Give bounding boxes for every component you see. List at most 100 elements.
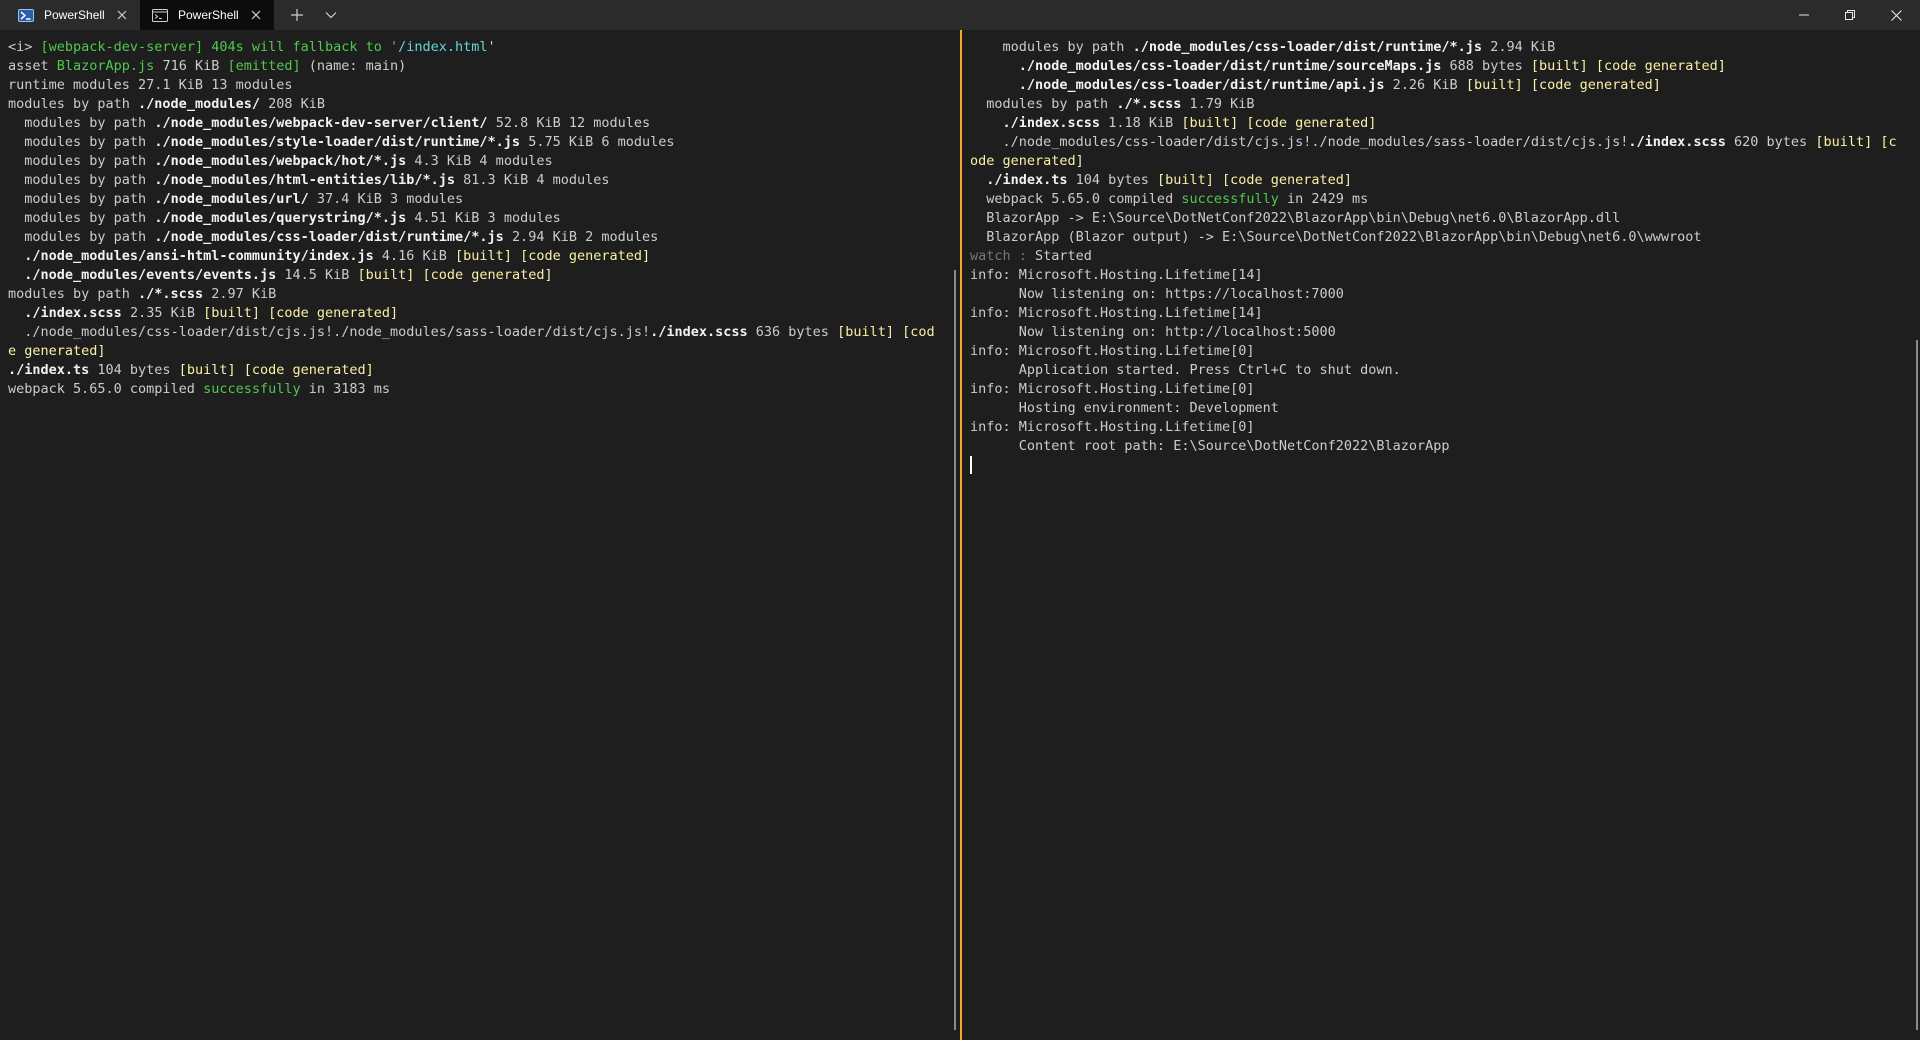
- terminal-text: 4.51 KiB 3 modules: [406, 210, 561, 226]
- terminal-text: info: Microsoft.Hosting.Lifetime[14]: [970, 305, 1263, 321]
- terminal-text: /index.html: [398, 39, 488, 55]
- terminal-text: Now listening on: https://localhost:7000: [970, 286, 1344, 302]
- terminal-text: ./index.ts: [986, 172, 1068, 188]
- terminal-text: [built] [code generated]: [1181, 115, 1377, 131]
- terminal-text: [built] [code generated]: [455, 248, 651, 264]
- terminal-text: (name: main): [300, 58, 407, 74]
- terminal-text: 2.97 KiB: [203, 286, 277, 302]
- terminal-text: BlazorApp (Blazor output) -> E:\Source\D…: [970, 229, 1702, 245]
- terminal-text: ./node_modules/css-loader/dist/cjs.js!./…: [970, 134, 1629, 150]
- terminal-text: webpack 5.65.0 compiled: [8, 381, 204, 397]
- minimize-button[interactable]: [1781, 0, 1827, 30]
- terminal-line: BlazorApp (Blazor output) -> E:\Source\D…: [970, 228, 1900, 247]
- minimize-icon: [1799, 14, 1809, 16]
- scrollbar[interactable]: [954, 270, 956, 1030]
- terminal-text: 81.3 KiB 4 modules: [455, 172, 610, 188]
- close-icon[interactable]: [248, 7, 264, 23]
- terminal-text: modules by path: [8, 210, 155, 226]
- terminal-line: Hosting environment: Development: [970, 399, 1900, 418]
- close-icon[interactable]: [114, 7, 130, 23]
- terminal-line: modules by path ./node_modules/html-enti…: [8, 171, 940, 190]
- terminal-line: modules by path ./node_modules/css-loade…: [8, 228, 940, 247]
- terminal-text: [built] [code generated]: [357, 267, 553, 283]
- terminal-text: ./index.scss: [24, 305, 122, 321]
- terminal-text: 37.4 KiB 3 modules: [308, 191, 464, 207]
- terminal-text: ./node_modules/events/events.js: [24, 267, 277, 283]
- terminal-text: ./node_modules/html-entities/lib/*.js: [154, 172, 456, 188]
- terminal-text: ./node_modules/style-loader/dist/runtime…: [154, 134, 521, 150]
- terminal-text: ./index.scss: [1628, 134, 1726, 150]
- powershell-icon: [18, 8, 36, 22]
- terminal-line: info: Microsoft.Hosting.Lifetime[0]: [970, 418, 1900, 437]
- terminal-text: ./node_modules/: [138, 96, 260, 112]
- terminal-line: info: Microsoft.Hosting.Lifetime[0]: [970, 342, 1900, 361]
- terminal-text: ./index.scss: [1002, 115, 1101, 131]
- terminal-text: watch :: [970, 248, 1036, 264]
- terminal-text: 688 bytes: [1441, 58, 1531, 74]
- terminal-text: Content root path: E:\Source\DotNetConf2…: [970, 438, 1450, 454]
- terminal-text: ./node_modules/webpack-dev-server/client…: [154, 115, 488, 131]
- terminal-text: ./node_modules/ansi-html-community/index…: [24, 248, 374, 264]
- terminal-line: modules by path ./node_modules/css-loade…: [970, 38, 1900, 57]
- tab-label: PowerShell: [178, 8, 239, 22]
- new-tab-button[interactable]: [284, 4, 310, 26]
- terminal-line: runtime modules 27.1 KiB 13 modules: [8, 76, 940, 95]
- prompt-line[interactable]: [970, 456, 1900, 475]
- terminal-line: modules by path ./*.scss 2.97 KiB: [8, 285, 940, 304]
- chevron-down-icon: [325, 12, 337, 19]
- terminal-pane-right[interactable]: modules by path ./node_modules/css-loade…: [962, 30, 1920, 1040]
- terminal-line: ./node_modules/css-loader/dist/runtime/a…: [970, 76, 1900, 95]
- terminal-text: successfully: [1181, 191, 1279, 207]
- terminal-pane-left[interactable]: <i> [webpack-dev-server] 404s will fallb…: [0, 30, 960, 1040]
- restore-button[interactable]: [1827, 0, 1873, 30]
- terminal-text: modules by path: [8, 229, 155, 245]
- terminal-line: webpack 5.65.0 compiled successfully in …: [8, 380, 940, 399]
- terminal-text: modules by path: [8, 191, 155, 207]
- terminal-line: modules by path ./node_modules/ 208 KiB: [8, 95, 940, 114]
- close-window-button[interactable]: [1873, 0, 1919, 30]
- terminal-text: 104 bytes: [1067, 172, 1157, 188]
- terminal-line: webpack 5.65.0 compiled successfully in …: [970, 190, 1900, 209]
- terminal-text: ': [487, 39, 496, 55]
- terminal-output: modules by path ./node_modules/css-loade…: [970, 38, 1900, 475]
- terminal-text: [emitted]: [227, 58, 301, 74]
- terminal-text: ./*.scss: [1116, 96, 1182, 112]
- terminal-line: info: Microsoft.Hosting.Lifetime[0]: [970, 380, 1900, 399]
- terminal-line: modules by path ./node_modules/url/ 37.4…: [8, 190, 940, 209]
- terminal-line: modules by path ./node_modules/querystri…: [8, 209, 940, 228]
- terminal-line: watch : Started: [970, 247, 1900, 266]
- terminal-text: 636 bytes: [747, 324, 838, 340]
- terminal-line: ./index.ts 104 bytes [built] [code gener…: [970, 171, 1900, 190]
- terminal-icon: [152, 8, 170, 22]
- terminal-line: ./node_modules/events/events.js 14.5 KiB…: [8, 266, 940, 285]
- terminal-text: 104 bytes: [89, 362, 179, 378]
- terminal-line: BlazorApp -> E:\Source\DotNetConf2022\Bl…: [970, 209, 1900, 228]
- tab-powershell-1[interactable]: PowerShell: [0, 0, 140, 30]
- terminal-text: Hosting environment: Development: [970, 400, 1279, 416]
- terminal-line: info: Microsoft.Hosting.Lifetime[14]: [970, 304, 1900, 323]
- tab-dropdown-button[interactable]: [318, 4, 344, 26]
- terminal-text: 2.94 KiB: [1482, 39, 1556, 55]
- terminal-text: ./node_modules/querystring/*.js: [154, 210, 407, 226]
- terminal-text: info: Microsoft.Hosting.Lifetime[0]: [970, 419, 1255, 435]
- terminal-text: runtime modules 27.1 KiB 13 modules: [8, 77, 293, 93]
- terminal-text: modules by path: [8, 286, 139, 302]
- terminal-text: [built] [code generated]: [1156, 172, 1353, 188]
- terminal-text: ./node_modules/css-loader/dist/runtime/a…: [1018, 77, 1385, 93]
- terminal-text: Started: [1035, 248, 1092, 264]
- terminal-line: Application started. Press Ctrl+C to shu…: [970, 361, 1900, 380]
- terminal-text: ./node_modules/css-loader/dist/runtime/*…: [1132, 39, 1483, 55]
- terminal-text: 620 bytes: [1725, 134, 1816, 150]
- terminal-text: in 3183 ms: [300, 381, 391, 397]
- terminal-text: 208 KiB: [259, 96, 325, 112]
- terminal-text: modules by path: [8, 96, 139, 112]
- close-icon: [1890, 9, 1902, 21]
- terminal-text: 2.94 KiB 2 modules: [503, 229, 659, 245]
- tab-powershell-2[interactable]: PowerShell: [140, 0, 274, 30]
- scrollbar[interactable]: [1916, 340, 1918, 1030]
- terminal-text: ./node_modules/css-loader/dist/runtime/s…: [1018, 58, 1442, 74]
- terminal-line: ./node_modules/css-loader/dist/cjs.js!./…: [970, 133, 1900, 171]
- terminal-line: Now listening on: http://localhost:5000: [970, 323, 1900, 342]
